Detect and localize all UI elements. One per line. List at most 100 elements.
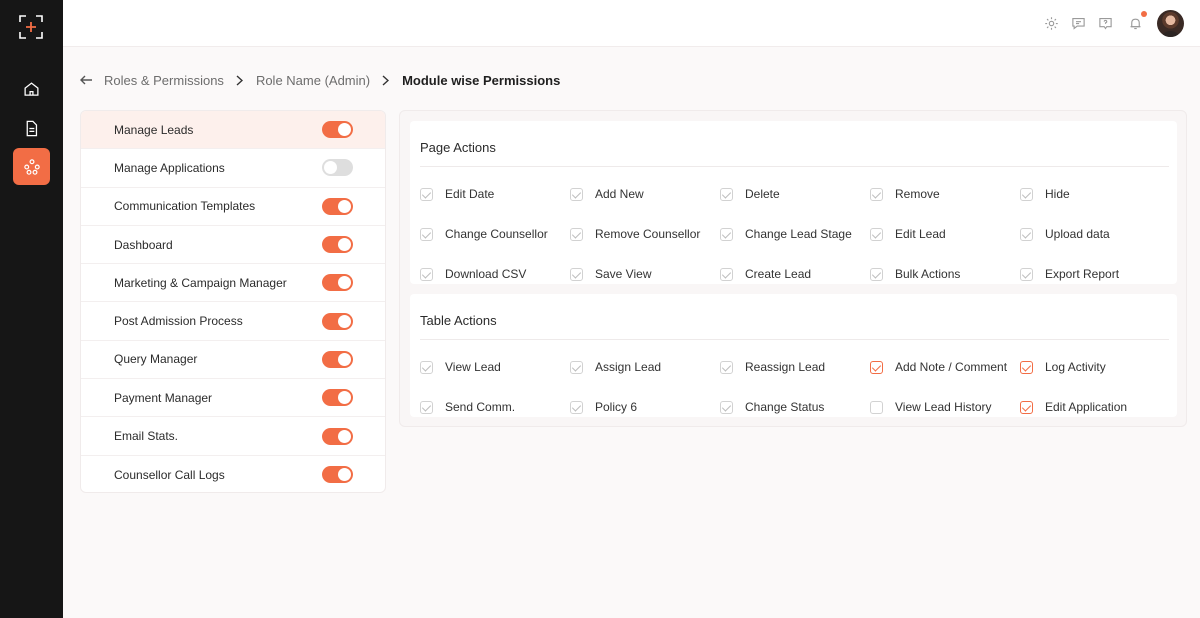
permission-checkbox[interactable]: Upload data	[1020, 227, 1110, 241]
permission-checkbox[interactable]: Edit Application	[1020, 400, 1127, 414]
permission-checkbox[interactable]: Change Counsellor	[420, 227, 548, 241]
permission-label: Reassign Lead	[745, 360, 826, 374]
checkbox[interactable]	[720, 360, 733, 374]
module-toggle[interactable]	[322, 389, 353, 407]
table-actions-section: Table Actions View Lead Assign Lead Reas…	[410, 294, 1177, 417]
checkbox[interactable]	[420, 360, 433, 374]
breadcrumb-roles-permissions[interactable]: Roles & Permissions	[104, 73, 224, 88]
nav-roles[interactable]	[13, 148, 50, 185]
module-row-marketing-campaign[interactable]: Marketing & Campaign Manager	[81, 264, 385, 303]
permission-label: View Lead	[445, 360, 501, 374]
permissions-panel: Page Actions Edit Date Add New Delete Re…	[399, 110, 1187, 427]
permission-checkbox[interactable]: Create Lead	[720, 267, 811, 281]
permission-checkbox[interactable]: Assign Lead	[570, 360, 661, 374]
module-label: Query Manager	[114, 352, 198, 367]
permission-checkbox[interactable]: Add New	[570, 187, 644, 201]
permission-checkbox[interactable]: Reassign Lead	[720, 360, 825, 374]
back-arrow-icon[interactable]	[80, 73, 94, 87]
help-icon[interactable]	[1096, 14, 1114, 32]
permission-checkbox[interactable]: Add Note / Comment	[870, 360, 1007, 374]
module-label: Manage Applications	[114, 160, 225, 175]
permission-checkbox[interactable]: Save View	[570, 267, 651, 281]
checkbox[interactable]	[1020, 227, 1033, 241]
permission-checkbox[interactable]: Remove Counsellor	[570, 227, 700, 241]
module-toggle[interactable]	[322, 121, 353, 139]
checkbox[interactable]	[720, 400, 733, 414]
topbar	[63, 0, 1200, 46]
checkbox[interactable]	[870, 227, 883, 241]
checkbox[interactable]	[870, 187, 883, 201]
permission-checkbox[interactable]: View Lead	[420, 360, 501, 374]
checkbox[interactable]	[570, 360, 583, 374]
avatar[interactable]	[1157, 10, 1184, 37]
checkbox[interactable]	[1020, 360, 1033, 374]
nav-documents[interactable]	[13, 110, 50, 147]
checkbox[interactable]	[570, 267, 583, 281]
permission-checkbox[interactable]: Remove	[870, 187, 940, 201]
checkbox[interactable]	[720, 187, 733, 201]
module-toggle[interactable]	[322, 312, 353, 330]
permission-checkbox[interactable]: Edit Lead	[870, 227, 946, 241]
module-toggle[interactable]	[322, 236, 353, 254]
module-label: Post Admission Process	[114, 314, 243, 329]
breadcrumb-role-name[interactable]: Role Name (Admin)	[256, 73, 370, 88]
module-row-counsellor-call-logs[interactable]: Counsellor Call Logs	[81, 456, 385, 492]
permission-checkbox[interactable]: Download CSV	[420, 267, 526, 281]
checkbox[interactable]	[420, 227, 433, 241]
permission-label: Edit Date	[445, 187, 495, 201]
module-toggle[interactable]	[322, 197, 353, 215]
checkbox[interactable]	[420, 187, 433, 201]
permission-checkbox[interactable]: Change Status	[720, 400, 824, 414]
permission-checkbox[interactable]: Hide	[1020, 187, 1070, 201]
nav-home[interactable]	[13, 71, 50, 108]
permission-label: Hide	[1045, 187, 1070, 201]
section-title: Table Actions	[420, 313, 497, 328]
module-toggle[interactable]	[322, 274, 353, 292]
module-row-query-manager[interactable]: Query Manager	[81, 341, 385, 380]
permission-label: View Lead History	[895, 400, 992, 414]
notification-dot	[1141, 11, 1147, 17]
chevron-right-icon	[236, 74, 244, 86]
checkbox[interactable]	[870, 360, 883, 374]
module-row-payment-manager[interactable]: Payment Manager	[81, 379, 385, 418]
permission-checkbox[interactable]: Change Lead Stage	[720, 227, 852, 241]
checkbox[interactable]	[720, 227, 733, 241]
logo-icon[interactable]	[18, 14, 44, 40]
checkbox[interactable]	[1020, 400, 1033, 414]
chat-icon[interactable]	[1069, 14, 1087, 32]
module-row-dashboard[interactable]: Dashboard	[81, 226, 385, 265]
checkbox[interactable]	[870, 400, 883, 414]
permission-checkbox[interactable]: Log Activity	[1020, 360, 1106, 374]
settings-icon[interactable]	[1042, 14, 1060, 32]
module-row-manage-applications[interactable]: Manage Applications	[81, 149, 385, 188]
module-toggle[interactable]	[322, 159, 353, 177]
permission-checkbox[interactable]: View Lead History	[870, 400, 992, 414]
module-toggle[interactable]	[322, 427, 353, 445]
checkbox[interactable]	[1020, 267, 1033, 281]
module-row-communication-templates[interactable]: Communication Templates	[81, 188, 385, 226]
module-row-post-admission[interactable]: Post Admission Process	[81, 302, 385, 341]
module-row-email-stats[interactable]: Email Stats.	[81, 417, 385, 456]
permission-label: Change Counsellor	[445, 227, 548, 241]
module-label: Payment Manager	[114, 390, 213, 405]
checkbox[interactable]	[570, 227, 583, 241]
checkbox[interactable]	[420, 267, 433, 281]
document-icon	[26, 120, 38, 137]
module-toggle[interactable]	[322, 466, 353, 484]
module-row-manage-leads[interactable]: Manage Leads	[81, 111, 385, 150]
permission-checkbox[interactable]: Send Comm.	[420, 400, 515, 414]
permission-checkbox[interactable]: Edit Date	[420, 187, 494, 201]
permission-checkbox[interactable]: Export Report	[1020, 267, 1119, 281]
permission-checkbox[interactable]: Delete	[720, 187, 780, 201]
module-toggle[interactable]	[322, 350, 353, 368]
permission-checkbox[interactable]: Policy 6	[570, 400, 637, 414]
checkbox[interactable]	[420, 400, 433, 414]
checkbox[interactable]	[720, 267, 733, 281]
checkbox[interactable]	[1020, 187, 1033, 201]
permission-label: Add Note / Comment	[895, 360, 1008, 374]
checkbox[interactable]	[870, 267, 883, 281]
bell-icon[interactable]	[1126, 11, 1147, 32]
checkbox[interactable]	[570, 400, 583, 414]
permission-checkbox[interactable]: Bulk Actions	[870, 267, 960, 281]
checkbox[interactable]	[570, 187, 583, 201]
